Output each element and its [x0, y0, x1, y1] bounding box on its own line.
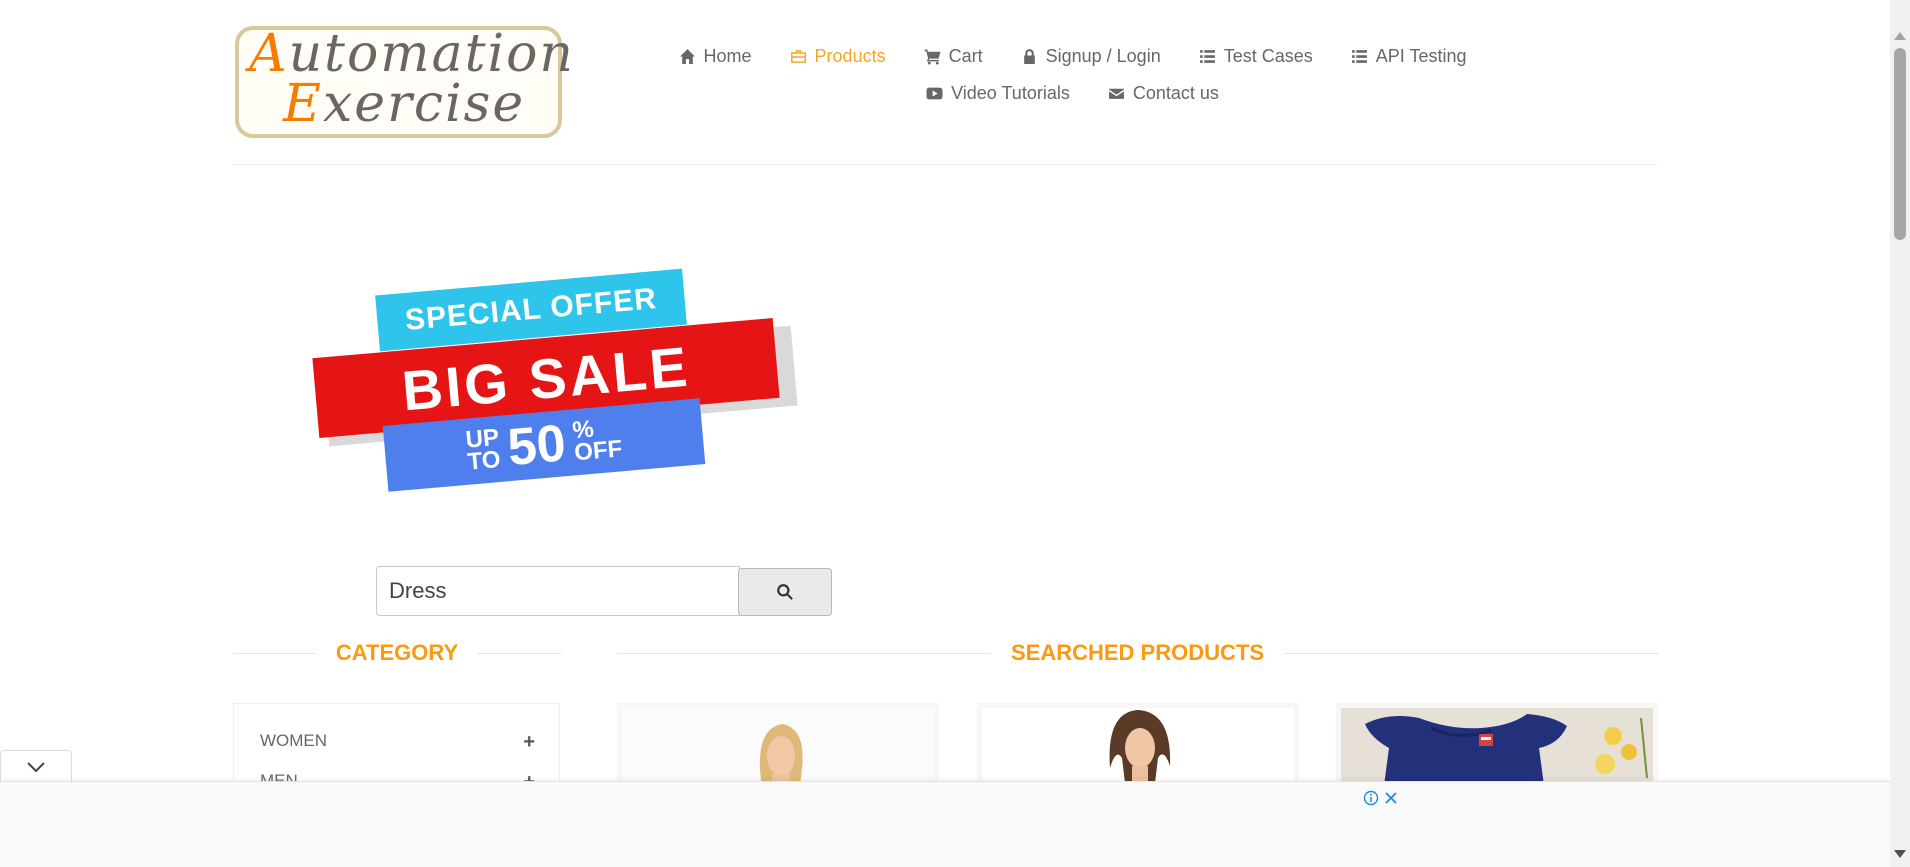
site-logo[interactable]: Automation Exercise	[235, 24, 573, 138]
heading-rule-right	[478, 652, 562, 654]
banner-up-to: UP TO	[465, 424, 502, 476]
nav-api-testing-label: API Testing	[1375, 46, 1467, 66]
ad-banner	[0, 781, 1890, 867]
banner-to: TO	[466, 445, 502, 476]
video-icon	[926, 87, 943, 100]
main-nav: Home Products Cart Signup / Login Test C…	[679, 38, 1466, 112]
envelope-icon	[1108, 88, 1124, 99]
scroll-down-arrow-icon[interactable]	[1894, 850, 1906, 858]
briefcase-icon	[790, 50, 806, 63]
plus-icon[interactable]: +	[523, 731, 535, 754]
searched-products-title: SEARCHED PRODUCTS	[1010, 640, 1265, 665]
nav-cart[interactable]: Cart	[924, 46, 983, 67]
banner-off: OFF	[573, 435, 624, 467]
scrollbar-thumb[interactable]	[1894, 48, 1906, 240]
nav-home-label: Home	[703, 46, 752, 66]
heading-rule-left	[617, 652, 991, 654]
banner-fifty: 50	[505, 414, 569, 478]
lock-icon	[1023, 49, 1035, 64]
chevron-down-icon	[27, 761, 45, 772]
nav-test-cases[interactable]: Test Cases	[1199, 46, 1313, 67]
logo-text-line2: Exercise	[283, 74, 526, 134]
searched-products-heading: SEARCHED PRODUCTS	[617, 638, 1658, 668]
sale-banner-image: SPECIAL OFFER BIG SALE UP TO 50 % OFF	[295, 262, 798, 492]
nav-products-label: Products	[814, 46, 886, 66]
nav-cart-label: Cart	[948, 46, 983, 66]
category-title: CATEGORY	[335, 640, 459, 665]
search-input[interactable]	[376, 566, 740, 616]
nav-video-tutorials[interactable]: Video Tutorials	[926, 83, 1070, 104]
nav-row-2: Video Tutorials Contact us	[700, 75, 1445, 112]
nav-contact-us-label: Contact us	[1132, 83, 1219, 103]
nav-row-1: Home Products Cart Signup / Login Test C…	[679, 38, 1466, 75]
nav-video-tutorials-label: Video Tutorials	[951, 83, 1070, 103]
list-icon	[1351, 50, 1367, 63]
cart-icon	[924, 49, 941, 65]
nav-products[interactable]: Products	[790, 46, 886, 67]
nav-test-cases-label: Test Cases	[1223, 46, 1313, 66]
nav-signup-login[interactable]: Signup / Login	[1021, 46, 1161, 67]
search-button[interactable]	[738, 568, 832, 616]
nav-home[interactable]: Home	[679, 46, 752, 67]
close-icon[interactable]	[1383, 790, 1399, 806]
category-heading: CATEGORY	[233, 638, 562, 668]
search-icon	[777, 584, 793, 600]
banner-percent-off: % OFF	[571, 416, 624, 467]
heading-rule-left	[233, 652, 316, 654]
page: Automation Exercise Home Products Cart S…	[0, 0, 1890, 867]
heading-rule-right	[1284, 652, 1658, 654]
list-icon	[1199, 50, 1215, 63]
scroll-up-arrow-icon[interactable]	[1894, 32, 1906, 40]
header-divider	[233, 164, 1658, 165]
ad-collapse-toggle[interactable]	[0, 750, 72, 782]
nav-api-testing[interactable]: API Testing	[1351, 46, 1467, 67]
home-icon	[679, 49, 695, 64]
nav-contact-us[interactable]: Contact us	[1108, 83, 1219, 104]
category-item-women[interactable]: WOMEN +	[260, 731, 535, 754]
scrollbar[interactable]	[1890, 0, 1910, 867]
info-icon[interactable]	[1363, 790, 1379, 806]
category-item-label: WOMEN	[260, 731, 328, 750]
nav-signup-login-label: Signup / Login	[1045, 46, 1161, 66]
